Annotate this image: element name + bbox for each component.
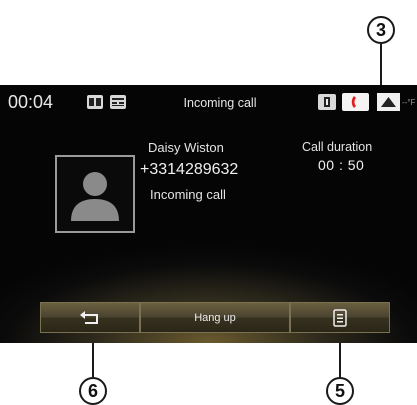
book-icon[interactable] — [87, 95, 103, 109]
callout-6: 6 — [79, 377, 107, 405]
person-icon — [71, 172, 119, 221]
back-arrow-icon — [80, 310, 98, 324]
callout-3: 3 — [367, 16, 395, 44]
menu-button[interactable] — [290, 302, 390, 333]
avatar — [55, 155, 135, 233]
notification-icon[interactable] — [318, 94, 336, 110]
media-icon[interactable] — [110, 95, 126, 109]
temperature: --°F — [402, 98, 416, 107]
call-screen: 00:04 Incoming call --°F Daisy Wiston +3… — [0, 85, 417, 343]
hang-up-label: Hang up — [194, 311, 236, 324]
hang-up-button[interactable]: Hang up — [140, 302, 290, 333]
back-button[interactable] — [40, 302, 140, 333]
call-duration-value: 00 : 50 — [318, 157, 365, 173]
menu-list-icon — [333, 308, 347, 327]
status-bar: 00:04 Incoming call --°F — [0, 85, 417, 121]
phone-icon[interactable] — [342, 93, 369, 111]
signal-icon[interactable] — [377, 93, 400, 111]
clock: 00:04 — [8, 92, 54, 112]
call-status: Incoming call — [150, 187, 226, 202]
call-action-bar: Hang up — [40, 302, 390, 333]
callout-5: 5 — [326, 377, 354, 405]
call-duration-label: Call duration — [302, 140, 373, 154]
contact-number: +3314289632 — [140, 161, 239, 178]
contact-name: Daisy Wiston — [148, 140, 224, 155]
screen-title: Incoming call — [183, 96, 257, 110]
